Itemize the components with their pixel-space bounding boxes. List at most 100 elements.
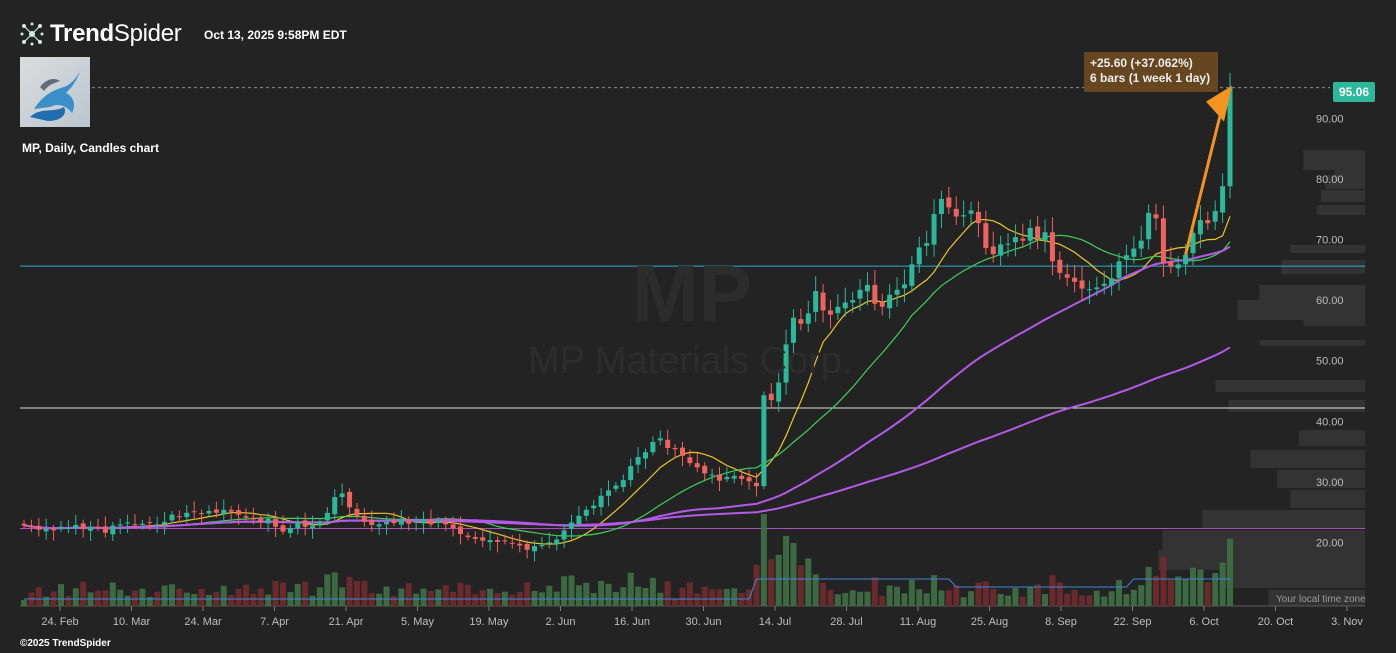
- candle-body: [1079, 280, 1085, 289]
- x-tick-label: 24. Feb: [41, 616, 78, 628]
- candle-body: [199, 513, 205, 515]
- x-tick-label: 6. Oct: [1189, 616, 1218, 628]
- candle-body: [258, 517, 264, 522]
- volume-bar: [649, 577, 656, 606]
- candle-body: [650, 441, 656, 453]
- candle-body: [1168, 261, 1174, 267]
- volume-bar: [302, 581, 309, 606]
- volume-bar: [790, 542, 797, 606]
- candle-body: [598, 495, 604, 508]
- volume-bar: [805, 558, 812, 606]
- volume-bar: [575, 585, 582, 606]
- candle-body: [450, 524, 456, 528]
- candle-body: [546, 542, 552, 544]
- candle-body: [606, 490, 612, 496]
- volume-bar: [1086, 595, 1093, 606]
- y-tick-label: 80.00: [1316, 174, 1344, 186]
- timezone-note[interactable]: Your local time zone: [1276, 594, 1366, 605]
- candle-body: [753, 482, 759, 487]
- candle-body: [117, 524, 123, 526]
- volume-bar: [1093, 590, 1100, 606]
- candle-body: [931, 214, 937, 245]
- volume-bar: [731, 588, 738, 606]
- candle-body: [1109, 278, 1115, 286]
- volume-bar: [435, 589, 442, 606]
- volume-bar: [1064, 593, 1071, 606]
- volume-bar: [590, 593, 597, 606]
- candle-body: [916, 247, 922, 265]
- volume-bar: [827, 589, 834, 606]
- candle-body: [946, 197, 952, 208]
- candle-body: [339, 493, 345, 498]
- candle-body: [583, 509, 589, 516]
- candle-body: [657, 438, 663, 441]
- volume-bar: [139, 588, 146, 606]
- volume-bar: [509, 594, 516, 606]
- x-tick-label: 5. May: [401, 616, 435, 628]
- volume-bar: [635, 586, 642, 606]
- candle-body: [428, 519, 434, 525]
- volume-bar: [1012, 587, 1019, 606]
- candle-body: [724, 477, 730, 480]
- candle-body: [154, 524, 160, 526]
- volume-bar: [1071, 590, 1078, 606]
- volume-profile-bar: [1158, 550, 1365, 570]
- candle-body: [924, 243, 930, 246]
- volume-bar: [768, 559, 775, 606]
- candle-body: [1049, 232, 1055, 262]
- candle-body: [413, 521, 419, 523]
- volume-bar: [716, 589, 723, 606]
- candle-body: [435, 520, 441, 523]
- volume-bar: [886, 585, 893, 606]
- candle-body: [887, 294, 893, 309]
- volume-bar: [257, 588, 264, 606]
- candle-body: [406, 520, 412, 524]
- candle-body: [147, 522, 153, 524]
- candle-body: [554, 539, 560, 545]
- candle-body: [702, 465, 708, 474]
- candle-body: [901, 284, 907, 289]
- candle-body: [813, 291, 819, 312]
- volume-bar: [1005, 595, 1012, 606]
- volume-bar: [1153, 575, 1160, 606]
- candle-body: [495, 540, 501, 542]
- volume-profile-bar: [1237, 300, 1365, 320]
- candle-body: [465, 535, 471, 538]
- volume-profile-bar: [1290, 490, 1365, 508]
- copyright: ©2025 TrendSpider: [20, 638, 111, 649]
- candle-body: [961, 215, 967, 217]
- volume-bar: [1108, 591, 1115, 606]
- candle-body: [1131, 248, 1137, 257]
- volume-bar: [1130, 589, 1137, 606]
- candle-body: [206, 510, 212, 514]
- candle-body: [672, 447, 678, 450]
- candle-body: [317, 521, 323, 526]
- last-price-tag: 95.06: [1333, 82, 1375, 102]
- candle-body: [487, 540, 493, 543]
- volume-bar: [346, 576, 353, 606]
- volume-bar: [131, 590, 138, 606]
- volume-bar: [72, 588, 79, 606]
- volume-bar: [583, 582, 590, 606]
- candle-body: [665, 439, 671, 448]
- volume-bar: [442, 585, 449, 606]
- candle-body: [642, 452, 648, 459]
- volume-bar: [672, 598, 679, 606]
- candle-body: [21, 523, 27, 526]
- volume-bar: [701, 586, 708, 606]
- x-tick-label: 24. Mar: [184, 616, 222, 628]
- candle-body: [1220, 186, 1226, 213]
- volume-profile-bar: [1219, 570, 1365, 588]
- candle-body: [990, 246, 996, 255]
- candle-body: [1205, 220, 1211, 224]
- measure-tooltip: +25.60 (+37.062%) 6 bars (1 week 1 day): [1084, 52, 1218, 92]
- candle-body: [983, 223, 989, 248]
- volume-bar: [945, 590, 952, 606]
- volume-profile-bar: [1228, 400, 1365, 412]
- candle-body: [569, 522, 575, 529]
- volume-bar: [1056, 582, 1063, 606]
- candle-body: [58, 526, 64, 529]
- volume-bar: [960, 597, 967, 606]
- candle-body: [953, 208, 959, 217]
- volume-profile-bar: [1259, 285, 1365, 301]
